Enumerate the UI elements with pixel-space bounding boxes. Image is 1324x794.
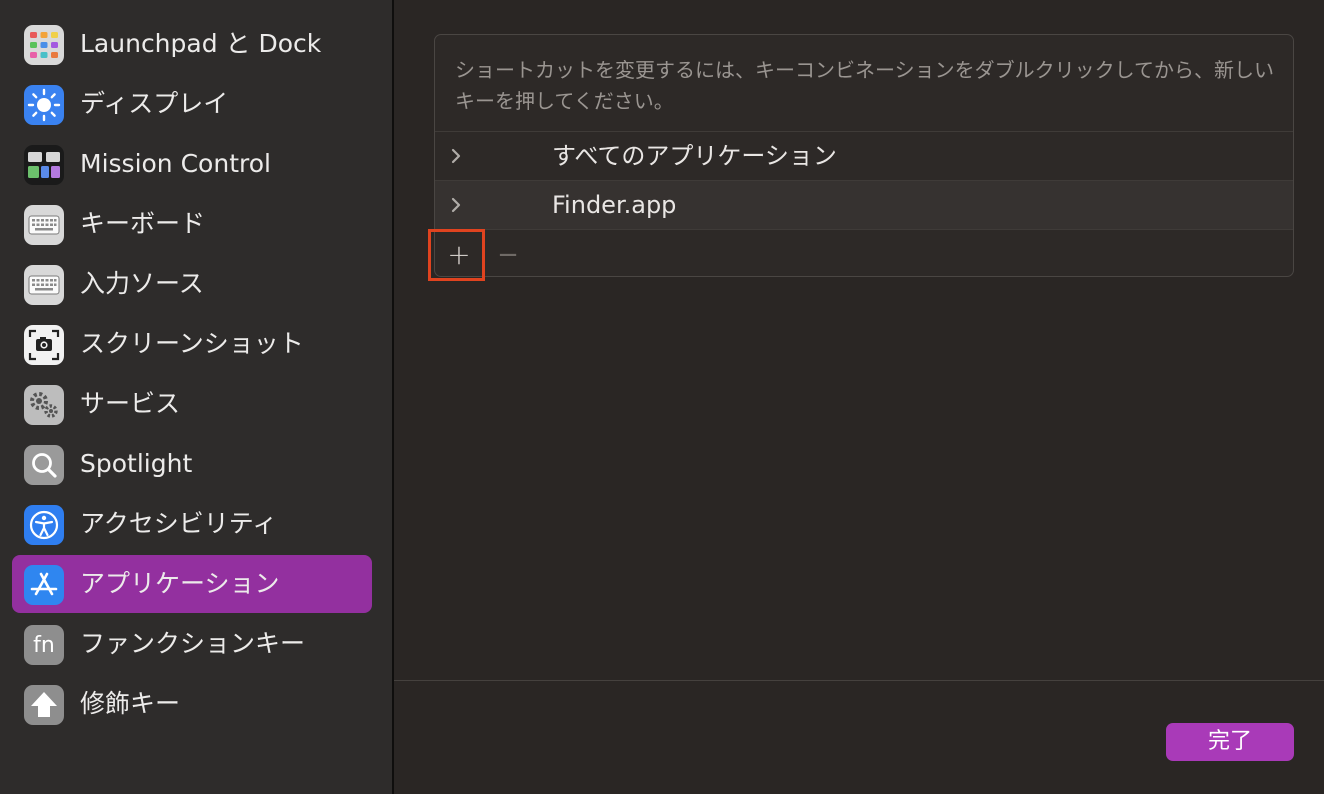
table-row[interactable]: すべてのアプリケーション: [435, 131, 1293, 180]
done-button[interactable]: 完了: [1166, 723, 1294, 761]
sidebar-item-label: アクセシビリティ: [80, 509, 278, 538]
instructions-text: ショートカットを変更するには、キーコンビネーションをダブルクリックしてから、新し…: [455, 58, 1274, 113]
sidebar-item-mission-control[interactable]: Mission Control: [12, 135, 372, 193]
sidebar-item-screenshot[interactable]: スクリーンショット: [12, 315, 372, 373]
accessibility-icon: [24, 505, 64, 545]
fn-key-icon: fn: [24, 625, 64, 665]
sidebar-item-function-keys[interactable]: fn ファンクションキー: [12, 615, 372, 673]
modifier-keys-icon: [24, 685, 64, 725]
display-icon: [24, 85, 64, 125]
sidebar-item-label: Launchpad と Dock: [80, 29, 322, 58]
app-store-icon: [24, 565, 64, 605]
chevron-right-icon[interactable]: [445, 194, 467, 216]
launchpad-icon: [24, 25, 64, 65]
sidebar-item-modifier-keys[interactable]: 修飾キー: [12, 675, 372, 733]
shortcuts-panel: ショートカットを変更するには、キーコンビネーションをダブルクリックしてから、新し…: [434, 34, 1294, 277]
sidebar-item-accessibility[interactable]: アクセシビリティ: [12, 495, 372, 553]
remove-button-label: −: [497, 240, 519, 270]
sidebar-item-display[interactable]: ディスプレイ: [12, 75, 372, 133]
mission-control-icon: [24, 145, 64, 185]
services-icon: [24, 385, 64, 425]
sidebar-item-launchpad-dock[interactable]: Launchpad と Dock: [12, 15, 372, 73]
sidebar-item-label: ディスプレイ: [80, 89, 229, 118]
sidebar-item-label: アプリケーション: [80, 569, 280, 598]
sidebar-item-keyboard[interactable]: キーボード: [12, 195, 372, 253]
sidebar-item-applications[interactable]: アプリケーション: [12, 555, 372, 613]
sidebar-item-label: サービス: [80, 389, 181, 418]
sidebar-item-label: スクリーンショット: [80, 329, 304, 358]
table-footer: [435, 229, 1293, 276]
sidebar-item-services[interactable]: サービス: [12, 375, 372, 433]
row-label: すべてのアプリケーション: [552, 142, 837, 170]
highlight-box: [428, 229, 485, 281]
sidebar-item-input-sources[interactable]: 入力ソース: [12, 255, 372, 313]
keyboard-icon: [24, 205, 64, 245]
sidebar-item-label: キーボード: [80, 209, 206, 238]
sidebar: Launchpad と Dock ディスプレイ Mission Control …: [0, 0, 392, 794]
sidebar-item-label: 修飾キー: [80, 689, 181, 718]
screenshot-icon: [24, 325, 64, 365]
table-row[interactable]: Finder.app: [435, 180, 1293, 229]
sidebar-item-label: 入力ソース: [80, 269, 204, 298]
row-label: Finder.app: [552, 191, 677, 219]
remove-button[interactable]: −: [488, 236, 528, 274]
sidebar-item-spotlight[interactable]: Spotlight: [12, 435, 372, 493]
fn-key-text: fn: [33, 632, 55, 658]
chevron-right-icon[interactable]: [445, 145, 467, 167]
input-sources-icon: [24, 265, 64, 305]
sidebar-item-label: Mission Control: [80, 149, 271, 178]
sidebar-item-label: Spotlight: [80, 449, 193, 478]
footer-divider: [394, 680, 1324, 681]
spotlight-icon: [24, 445, 64, 485]
sidebar-divider: [392, 0, 394, 794]
sidebar-item-label: ファンクションキー: [80, 629, 306, 658]
